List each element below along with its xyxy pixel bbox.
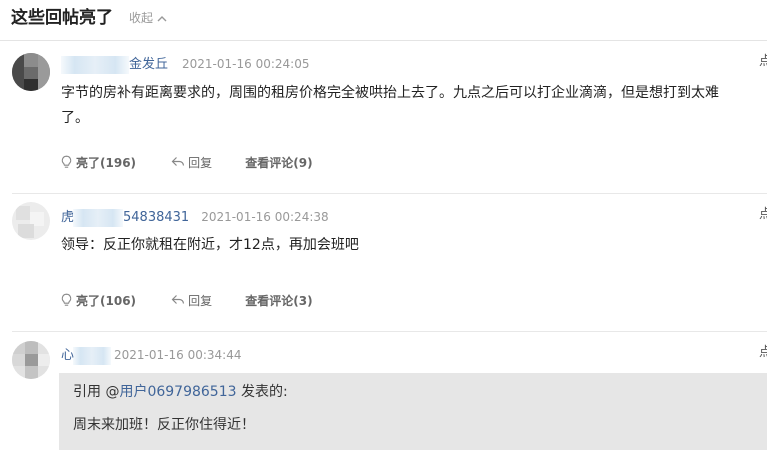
timestamp: 2021-01-16 00:24:38 bbox=[201, 210, 329, 224]
reply-button[interactable]: 回复 bbox=[171, 291, 212, 311]
redaction-mask bbox=[61, 56, 129, 74]
divider bbox=[12, 331, 767, 332]
lightbulb-icon bbox=[61, 293, 72, 306]
divider bbox=[12, 193, 767, 194]
collapse-button[interactable]: 收起 bbox=[129, 10, 167, 26]
more-options-button[interactable]: 点 bbox=[759, 344, 767, 362]
reply-icon bbox=[171, 295, 185, 304]
quote-header: 引用 @用户0697986513 发表的: bbox=[73, 384, 288, 400]
avatar[interactable] bbox=[12, 53, 50, 91]
more-options-button[interactable]: 点 bbox=[759, 206, 767, 224]
quote-block: 引用 @用户0697986513 发表的: 周末来加班！反正你住得近！ bbox=[59, 373, 767, 450]
quote-text: 周末来加班！反正你住得近！ bbox=[73, 417, 255, 433]
comment-actions: 亮了(106) 回复 查看评论(3) bbox=[60, 291, 313, 311]
timestamp: 2021-01-16 00:24:05 bbox=[182, 57, 310, 71]
timestamp: 2021-01-16 00:34:44 bbox=[114, 348, 242, 362]
lightbulb-icon bbox=[61, 155, 72, 168]
reply-button[interactable]: 回复 bbox=[171, 153, 212, 173]
reply-icon bbox=[171, 157, 185, 166]
like-button[interactable]: 亮了(106) bbox=[60, 291, 136, 311]
view-comments-button[interactable]: 查看评论(9) bbox=[245, 153, 312, 173]
username[interactable]: 心 bbox=[61, 347, 111, 365]
redaction-mask bbox=[73, 209, 123, 227]
avatar[interactable] bbox=[12, 341, 50, 379]
quoted-user-link[interactable]: 用户0697986513 bbox=[119, 384, 236, 400]
comment-meta: 心 2021-01-16 00:34:44 bbox=[61, 344, 242, 365]
avatar[interactable] bbox=[12, 202, 50, 240]
view-comments-button[interactable]: 查看评论(3) bbox=[245, 291, 312, 311]
username[interactable]: 虎 54838431 bbox=[61, 209, 189, 227]
comment-meta: 虎 54838431 2021-01-16 00:24:38 bbox=[61, 206, 329, 227]
more-options-button[interactable]: 点 bbox=[759, 53, 767, 71]
username[interactable]: 金发丘 bbox=[61, 56, 168, 74]
section-header: 这些回帖亮了 收起 bbox=[0, 0, 767, 41]
comment-actions: 亮了(196) 回复 查看评论(9) bbox=[60, 153, 313, 173]
redaction-mask bbox=[73, 347, 111, 365]
collapse-label: 收起 bbox=[129, 11, 154, 25]
comment-text: 领导：反正你就租在附近，才12点，再加会班吧 bbox=[61, 237, 359, 253]
hot-replies-panel: 这些回帖亮了 收起 金发丘 2021-01-16 00:24:05 点 字节的房… bbox=[0, 0, 767, 450]
like-button[interactable]: 亮了(196) bbox=[60, 153, 136, 173]
section-title: 这些回帖亮了 bbox=[11, 8, 113, 28]
chevron-up-icon bbox=[157, 10, 167, 26]
comment-text: 字节的房补有距离要求的，周围的租房价格完全被哄抬上去了。九点之后可以打企业滴滴，… bbox=[61, 85, 719, 126]
comment-meta: 金发丘 2021-01-16 00:24:05 bbox=[61, 53, 310, 74]
